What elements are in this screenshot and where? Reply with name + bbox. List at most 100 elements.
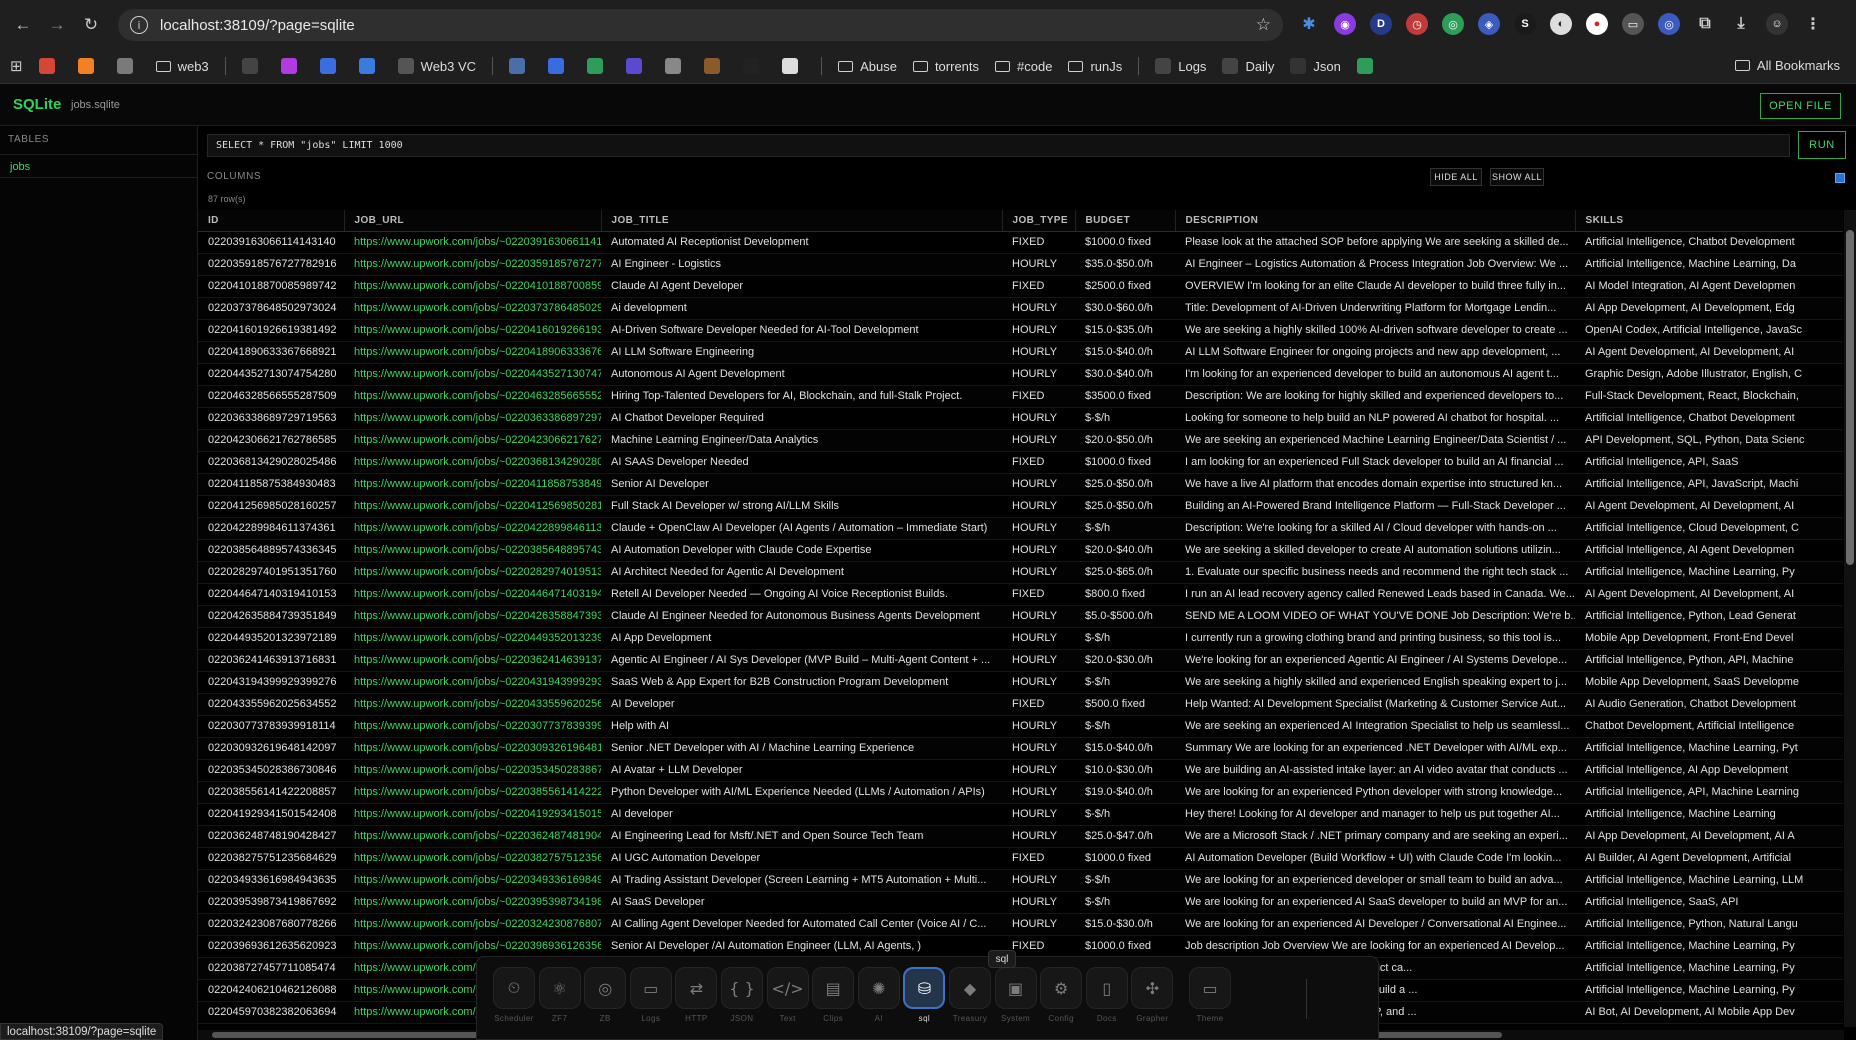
bookmark-item[interactable]: web3 bbox=[155, 59, 209, 74]
bookmark-star-icon[interactable]: ☆ bbox=[1256, 15, 1271, 35]
table-row[interactable]: 022039163066114143140 https://www.upwork.… bbox=[198, 231, 1843, 254]
table-row[interactable]: 022043355962025634552 https://www.upwork.… bbox=[198, 693, 1843, 716]
sql-query-input[interactable]: SELECT * FROM "jobs" LIMIT 1000 bbox=[207, 134, 1790, 157]
column-header[interactable]: ID bbox=[198, 210, 345, 232]
table-row[interactable]: 022041929341501542408 https://www.upwork.… bbox=[198, 803, 1843, 826]
table-row[interactable]: 022044647140319410153 https://www.upwork.… bbox=[198, 583, 1843, 606]
dock-item-grapher[interactable]: ✣ Grapher bbox=[1127, 967, 1177, 1037]
table-row[interactable]: 022032423087680778266 https://www.upwork.… bbox=[198, 913, 1843, 936]
table-row[interactable]: 022041185875384930483 https://www.upwork.… bbox=[198, 473, 1843, 496]
dock-item-scheduler[interactable]: ⏲ Scheduler bbox=[489, 967, 539, 1037]
results-grid[interactable]: ID JOB_URL JOB_TITLE JOB_TYPE BUDGET DESCRIPT… bbox=[198, 210, 1843, 1027]
table-cell-link[interactable]: https://www.upwork.com/jobs/~02203827575… bbox=[344, 847, 601, 870]
open-file-button[interactable]: OPEN FILE bbox=[1760, 93, 1841, 119]
column-header[interactable]: JOB_TITLE bbox=[601, 210, 1003, 232]
menu-dots-icon[interactable]: ⋮ bbox=[1802, 13, 1824, 35]
table-cell-link[interactable]: https://www.upwork.com/jobs/~02204632856… bbox=[344, 385, 601, 408]
table-cell-link[interactable]: https://www.upwork.com/jobs/~02203633868… bbox=[344, 407, 601, 430]
table-cell-link[interactable]: https://www.upwork.com/jobs/~02203534502… bbox=[344, 759, 601, 782]
extension-icon-7[interactable]: ◐ bbox=[1550, 13, 1572, 35]
table-row[interactable]: 022030773783939918114 https://www.upwork.… bbox=[198, 715, 1843, 738]
extension-icon-10[interactable]: ◎ bbox=[1658, 13, 1680, 35]
table-row[interactable]: 022036248748190428427 https://www.upwork.… bbox=[198, 825, 1843, 848]
table-cell-link[interactable]: https://www.upwork.com/jobs/~02203916306… bbox=[344, 231, 601, 254]
table-cell-link[interactable]: https://www.upwork.com/jobs/~02203737864… bbox=[344, 297, 601, 320]
forward-arrow-icon[interactable]: → bbox=[46, 14, 68, 36]
bookmark-item[interactable] bbox=[116, 58, 140, 74]
dock-item-sql[interactable]: ⛁ sql bbox=[899, 967, 949, 1037]
table-row[interactable]: 022034933616984943635 https://www.upwork.… bbox=[198, 869, 1843, 892]
table-row[interactable]: 022038564889574336345 https://www.upwork.… bbox=[198, 539, 1843, 562]
table-cell-link[interactable]: https://www.upwork.com/jobs/~02204189063… bbox=[344, 341, 601, 364]
table-cell-link[interactable]: https://www.upwork.com/jobs/~02203855614… bbox=[344, 781, 601, 804]
table-cell-link[interactable]: https://www.upwork.com/jobs/~02204464714… bbox=[344, 583, 601, 606]
dock-item-http[interactable]: ⇄ HTTP bbox=[671, 967, 721, 1037]
extension-icon-3[interactable]: ◷ bbox=[1406, 13, 1428, 35]
bookmark-item[interactable] bbox=[548, 58, 571, 74]
table-cell-link[interactable]: https://www.upwork.com/jobs/~02204263588… bbox=[344, 605, 601, 628]
bookmark-item[interactable]: runJs bbox=[1068, 59, 1122, 74]
table-row[interactable]: 022041018870085989742 https://www.upwork.… bbox=[198, 275, 1843, 298]
table-row[interactable]: 022044935201323972189 https://www.upwork.… bbox=[198, 627, 1843, 650]
table-cell-link[interactable]: https://www.upwork.com/jobs/~02203681342… bbox=[344, 451, 601, 474]
table-item-jobs[interactable]: jobs bbox=[0, 154, 197, 178]
table-cell-link[interactable]: https://www.upwork.com/jobs/~02204160192… bbox=[344, 319, 601, 342]
dock-item-theme[interactable]: ▭ Theme bbox=[1185, 967, 1235, 1037]
dock-item-clips[interactable]: ▤ Clips bbox=[808, 967, 858, 1037]
extension-icon-8[interactable]: ● bbox=[1586, 13, 1608, 35]
extension-puzzle-icon[interactable]: ✱ bbox=[1298, 13, 1320, 35]
table-row[interactable]: 022042289984611374361 https://www.upwork.… bbox=[198, 517, 1843, 540]
hide-all-button[interactable]: HIDE ALL bbox=[1430, 168, 1482, 186]
table-cell-link[interactable]: https://www.upwork.com/jobs/~02203969361… bbox=[344, 935, 601, 958]
extension-icon-5[interactable]: ◈ bbox=[1478, 13, 1500, 35]
dock-item-treasury[interactable]: ◆ Treasury bbox=[945, 967, 995, 1037]
table-row[interactable]: 022036241463913716831 https://www.upwork.… bbox=[198, 649, 1843, 672]
column-header[interactable]: SKILLS bbox=[1575, 210, 1843, 232]
extension-icon-6[interactable]: S bbox=[1514, 13, 1536, 35]
table-row[interactable]: 022038275751235684629 https://www.upwork.… bbox=[198, 847, 1843, 870]
table-cell-link[interactable]: https://www.upwork.com/jobs/~02202829740… bbox=[344, 561, 601, 584]
bookmark-item[interactable]: Logs bbox=[1155, 58, 1206, 74]
table-row[interactable]: 022041890633367668921 https://www.upwork.… bbox=[198, 341, 1843, 364]
columns-toggle-checkbox[interactable] bbox=[1835, 173, 1845, 183]
run-button[interactable]: RUN bbox=[1798, 131, 1846, 159]
dock-item-text[interactable]: </> Text bbox=[763, 967, 813, 1037]
dock-item-logs[interactable]: ▭ Logs bbox=[626, 967, 676, 1037]
bookmark-item[interactable] bbox=[626, 58, 649, 74]
table-cell-link[interactable]: https://www.upwork.com/jobs/~02204493520… bbox=[344, 627, 601, 650]
bookmark-item[interactable] bbox=[782, 58, 805, 74]
dock-item-json[interactable]: { } JSON bbox=[717, 967, 767, 1037]
table-row[interactable]: 022036813429028025486 https://www.upwork.… bbox=[198, 451, 1843, 474]
table-row[interactable]: 022036338689729719563 https://www.upwork.… bbox=[198, 407, 1843, 430]
dock-item-config[interactable]: ⚙ Config bbox=[1036, 967, 1086, 1037]
table-cell-link[interactable]: https://www.upwork.com/jobs/~02203624146… bbox=[344, 649, 601, 672]
table-cell-link[interactable]: https://www.upwork.com/jobs/~02203093261… bbox=[344, 737, 601, 760]
bookmark-item[interactable]: Abuse bbox=[838, 59, 897, 74]
dock-item-ai[interactable]: ✺ AI bbox=[854, 967, 904, 1037]
extension-icon-1[interactable]: ◉ bbox=[1334, 13, 1356, 35]
table-cell-link[interactable]: https://www.upwork.com/jobs/~02204125698… bbox=[344, 495, 601, 518]
bookmark-item[interactable] bbox=[38, 58, 62, 74]
address-url[interactable]: localhost:38109/?page=sqlite bbox=[160, 17, 355, 34]
table-cell-link[interactable]: https://www.upwork.com/jobs/~02204101887… bbox=[344, 275, 601, 298]
table-cell-link[interactable]: https://www.upwork.com/jobs/~02204192934… bbox=[344, 803, 601, 826]
table-cell-link[interactable]: https://www.upwork.com/jobs/~02203077378… bbox=[344, 715, 601, 738]
table-row[interactable]: 022041601926619381492 https://www.upwork.… bbox=[198, 319, 1843, 342]
table-cell-link[interactable]: https://www.upwork.com/jobs/~02204230662… bbox=[344, 429, 601, 452]
bookmark-item[interactable] bbox=[77, 58, 101, 74]
dock-item-zb[interactable]: ◎ ZB bbox=[580, 967, 630, 1037]
bookmark-item[interactable] bbox=[358, 58, 382, 74]
bookmark-item[interactable] bbox=[319, 58, 343, 74]
table-row[interactable]: 022044352713074754280 https://www.upwork.… bbox=[198, 363, 1843, 386]
column-header[interactable]: DESCRIPTION bbox=[1175, 210, 1576, 232]
bookmark-item[interactable]: torrents bbox=[912, 59, 979, 74]
extension-icon-4[interactable]: ◎ bbox=[1442, 13, 1464, 35]
extension-icon-2[interactable]: D bbox=[1370, 13, 1392, 35]
show-all-button[interactable]: SHOW ALL bbox=[1490, 168, 1544, 186]
table-cell-link[interactable]: https://www.upwork.com/jobs/~02203591857… bbox=[344, 253, 601, 276]
vertical-scroll-thumb[interactable] bbox=[1846, 230, 1854, 565]
table-row[interactable]: 022039693612635620923 https://www.upwork.… bbox=[198, 935, 1843, 958]
address-bar[interactable]: i localhost:38109/?page=sqlite ☆ bbox=[118, 9, 1283, 41]
column-header[interactable]: BUDGET bbox=[1075, 210, 1176, 232]
table-row[interactable]: 022043194399929399276 https://www.upwork.… bbox=[198, 671, 1843, 694]
